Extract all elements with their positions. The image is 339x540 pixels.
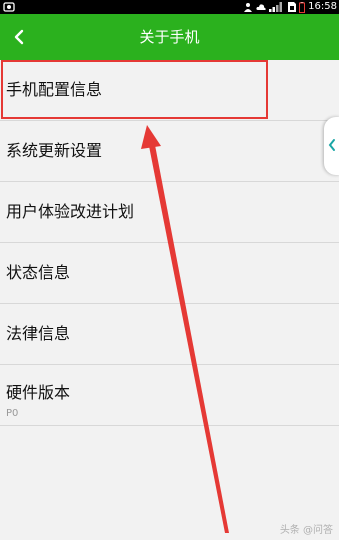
item-label: 系统更新设置 [6,141,103,160]
watermark: 头条 @问答 [279,525,333,536]
item-label: 用户体验改进计划 [6,202,135,221]
screenshot-icon [3,2,15,12]
signal-icon [269,2,283,12]
user-icon [244,3,253,12]
chevron-left-icon [328,139,335,151]
hardware-version-value: P0 [6,408,19,419]
item-label: 硬件版本 [6,383,71,402]
item-system-update-settings[interactable]: 系统更新设置 [0,121,339,182]
sim-icon [288,2,297,12]
item-status-info[interactable]: 状态信息 [0,243,339,304]
status-bar: 16:58 [0,0,339,14]
app-header: 关于手机 [0,14,339,60]
battery-icon [299,1,306,13]
item-legal-info[interactable]: 法律信息 [0,304,339,365]
highlight-annotation-box [1,60,268,119]
page-title: 关于手机 [139,28,200,46]
item-user-experience-program[interactable]: 用户体验改进计划 [0,182,339,243]
item-label: 法律信息 [6,324,71,343]
item-hardware-version[interactable]: 硬件版本 P0 [0,365,339,426]
cloud-icon [256,4,266,10]
side-drawer-handle[interactable] [324,117,339,175]
status-time: 16:58 [308,1,337,12]
item-label: 状态信息 [6,263,71,282]
